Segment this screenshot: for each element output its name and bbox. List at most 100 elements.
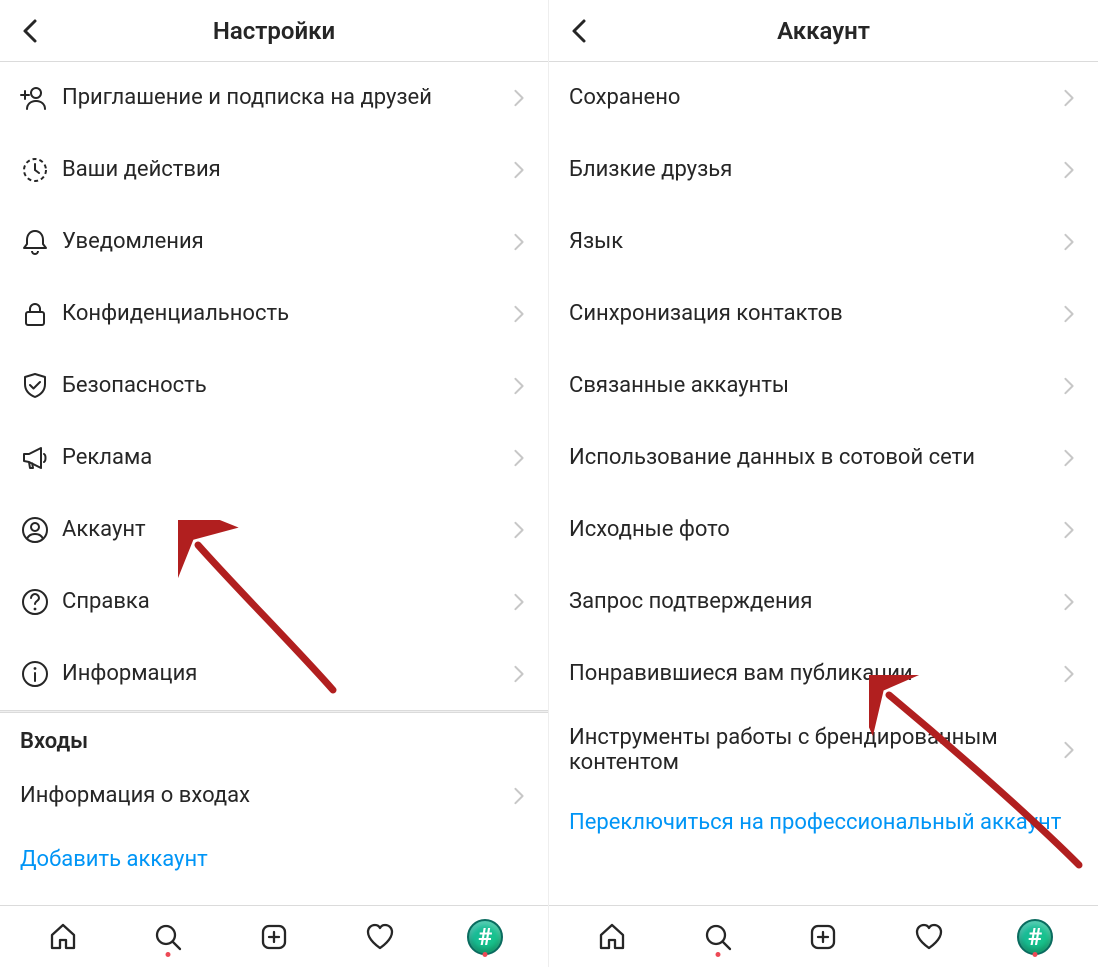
add-icon: [258, 921, 290, 953]
row-label: Аккаунт: [62, 517, 510, 542]
row-label: Переключиться на профессиональный аккаун…: [569, 810, 1078, 835]
chevron-right-icon: [510, 785, 528, 807]
notification-dot: [715, 952, 720, 957]
back-button[interactable]: [565, 16, 595, 46]
bell-icon: [20, 227, 62, 257]
chevron-right-icon: [510, 519, 528, 541]
settings-row-notifications[interactable]: Уведомления: [0, 206, 548, 278]
tab-activity[interactable]: [360, 917, 400, 957]
chevron-right-icon: [510, 87, 528, 109]
row-label: Язык: [569, 229, 1060, 254]
notification-dot: [166, 952, 171, 957]
chevron-right-icon: [510, 447, 528, 469]
row-label: Конфиденциальность: [62, 301, 510, 326]
settings-list: Приглашение и подписка на друзей Ваши де…: [0, 62, 548, 905]
account-row-contacts-sync[interactable]: Синхронизация контактов: [549, 278, 1098, 350]
tab-home[interactable]: [592, 917, 632, 957]
account-title: Аккаунт: [549, 17, 1098, 45]
chevron-right-icon: [1060, 303, 1078, 325]
row-label: Использование данных в сотовой сети: [569, 445, 1060, 470]
row-label: Понравившиеся вам публикации: [569, 661, 1060, 686]
row-label: Приглашение и подписка на друзей: [62, 85, 510, 110]
tab-profile[interactable]: #: [465, 917, 505, 957]
chevron-right-icon: [1060, 375, 1078, 397]
settings-title: Настройки: [0, 17, 548, 45]
tab-activity[interactable]: [909, 917, 949, 957]
tab-bar: #: [549, 905, 1098, 967]
chevron-right-icon: [510, 231, 528, 253]
account-screen: Аккаунт Сохранено Близкие друзья Язык Си…: [549, 0, 1098, 967]
account-header: Аккаунт: [549, 0, 1098, 62]
settings-row-invite-follow[interactable]: Приглашение и подписка на друзей: [0, 62, 548, 134]
chevron-right-icon: [510, 663, 528, 685]
account-row-liked-posts[interactable]: Понравившиеся вам публикации: [549, 638, 1098, 710]
row-label: Сохранено: [569, 85, 1060, 110]
settings-row-ads[interactable]: Реклама: [0, 422, 548, 494]
settings-row-security[interactable]: Безопасность: [0, 350, 548, 422]
row-label: Инструменты работы с брендированным конт…: [569, 725, 1060, 776]
switch-to-professional-row[interactable]: Переключиться на профессиональный аккаун…: [549, 790, 1098, 856]
row-label: Уведомления: [62, 229, 510, 254]
row-label: Справка: [62, 589, 510, 614]
settings-row-account[interactable]: Аккаунт: [0, 494, 548, 566]
profile-avatar-icon: #: [1017, 919, 1053, 955]
chevron-left-icon: [17, 17, 45, 45]
settings-row-about[interactable]: Информация: [0, 638, 548, 710]
settings-row-help[interactable]: Справка: [0, 566, 548, 638]
chevron-right-icon: [1060, 231, 1078, 253]
tab-home[interactable]: [43, 917, 83, 957]
tab-add-post[interactable]: [254, 917, 294, 957]
activity-clock-icon: [20, 155, 62, 185]
settings-screen: Настройки Приглашение и подписка на друз…: [0, 0, 549, 967]
account-list: Сохранено Близкие друзья Язык Синхрониза…: [549, 62, 1098, 905]
chevron-right-icon: [510, 303, 528, 325]
tab-profile[interactable]: #: [1015, 917, 1055, 957]
account-row-cellular-data[interactable]: Использование данных в сотовой сети: [549, 422, 1098, 494]
back-button[interactable]: [16, 16, 46, 46]
chevron-right-icon: [1060, 519, 1078, 541]
row-label: Близкие друзья: [569, 157, 1060, 182]
row-label: Запрос подтверждения: [569, 589, 1060, 614]
row-label: Исходные фото: [569, 517, 1060, 542]
settings-row-your-activity[interactable]: Ваши действия: [0, 134, 548, 206]
row-label: Связанные аккаунты: [569, 373, 1060, 398]
chevron-left-icon: [566, 17, 594, 45]
tab-search[interactable]: [698, 917, 738, 957]
tab-bar: #: [0, 905, 548, 967]
chevron-right-icon: [1060, 739, 1078, 761]
login-info-row[interactable]: Информация о входах: [0, 764, 548, 828]
row-label: Синхронизация контактов: [569, 301, 1060, 326]
chevron-right-icon: [1060, 87, 1078, 109]
notification-dot: [1033, 952, 1038, 957]
help-circle-icon: [20, 587, 62, 617]
megaphone-icon: [20, 443, 62, 473]
tab-add-post[interactable]: [803, 917, 843, 957]
logins-section-title: Входы: [0, 713, 548, 764]
chevron-right-icon: [1060, 159, 1078, 181]
row-label: Информация о входах: [20, 783, 510, 808]
account-row-linked-accounts[interactable]: Связанные аккаунты: [549, 350, 1098, 422]
home-icon: [47, 921, 79, 953]
row-label: Реклама: [62, 445, 510, 470]
profile-avatar-icon: #: [467, 919, 503, 955]
notification-dot: [483, 952, 488, 957]
account-row-saved[interactable]: Сохранено: [549, 62, 1098, 134]
account-row-original-photos[interactable]: Исходные фото: [549, 494, 1098, 566]
chevron-right-icon: [510, 375, 528, 397]
chevron-right-icon: [1060, 447, 1078, 469]
chevron-right-icon: [1060, 663, 1078, 685]
info-circle-icon: [20, 659, 62, 689]
shield-check-icon: [20, 371, 62, 401]
settings-row-privacy[interactable]: Конфиденциальность: [0, 278, 548, 350]
account-row-close-friends[interactable]: Близкие друзья: [549, 134, 1098, 206]
tab-search[interactable]: [148, 917, 188, 957]
person-circle-icon: [20, 515, 62, 545]
account-row-request-verification[interactable]: Запрос подтверждения: [549, 566, 1098, 638]
account-row-branded-content[interactable]: Инструменты работы с брендированным конт…: [549, 710, 1098, 790]
add-icon: [807, 921, 839, 953]
invite-person-icon: [20, 83, 62, 113]
row-label: Безопасность: [62, 373, 510, 398]
account-row-language[interactable]: Язык: [549, 206, 1098, 278]
row-label: Добавить аккаунт: [20, 847, 528, 872]
add-account-row[interactable]: Добавить аккаунт: [0, 828, 548, 892]
